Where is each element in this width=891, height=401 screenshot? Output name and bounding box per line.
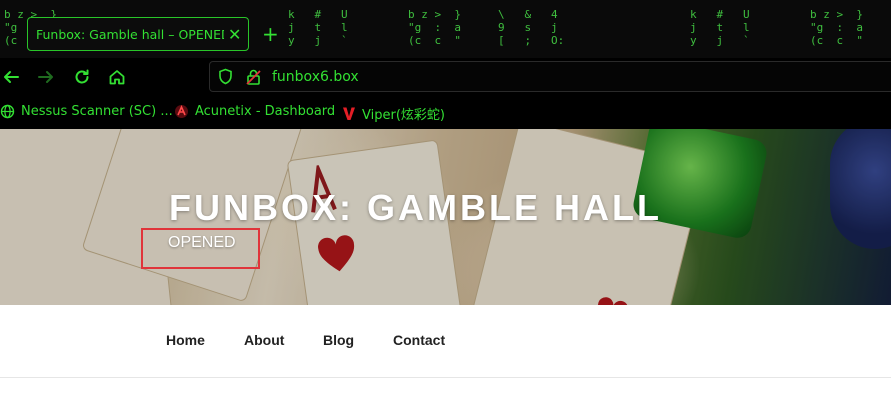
matrix-glyphs: \ & 4 [498, 8, 558, 21]
nav-link-blog[interactable]: Blog [323, 332, 354, 348]
nav-link-contact[interactable]: Contact [393, 332, 445, 348]
matrix-glyphs: (c c " [810, 34, 863, 47]
matrix-glyphs: "g : a [408, 21, 461, 34]
nav-toolbar: funbox6.box [0, 58, 891, 96]
viper-v-icon [342, 106, 356, 121]
matrix-glyphs: j t l [690, 21, 750, 34]
matrix-glyphs: k # U [690, 8, 750, 21]
matrix-glyphs: "g : a [810, 21, 863, 34]
matrix-glyphs: j t l [288, 21, 348, 34]
new-tab-button[interactable]: + [262, 22, 279, 46]
tab-title: Funbox: Gamble hall – OPENED [36, 26, 224, 42]
matrix-glyphs: y j ` [288, 34, 348, 47]
insecure-lock-icon[interactable] [245, 68, 262, 86]
nav-link-about[interactable]: About [244, 332, 284, 348]
reload-icon [75, 69, 89, 84]
bookmark-acunetix[interactable]: Acunetix - Dashboard [174, 104, 335, 119]
nav-link-home[interactable]: Home [166, 332, 205, 348]
matrix-glyphs: 9 s j [498, 21, 558, 34]
site-title[interactable]: FUNBOX: GAMBLE HALL [169, 187, 662, 229]
tab-strip: b z > } "g : a (c c " k # U j t l y j ` … [0, 0, 891, 58]
bookmark-label: Nessus Scanner (SC) ... [21, 104, 173, 119]
reload-button[interactable] [71, 66, 93, 88]
arrow-right-icon [38, 71, 53, 83]
address-bar[interactable]: funbox6.box [209, 61, 891, 92]
highlight-box [141, 228, 260, 269]
bookmark-label: Acunetix - Dashboard [195, 104, 336, 119]
matrix-glyphs: b z > } [408, 8, 461, 21]
bookmark-nessus[interactable]: Nessus Scanner (SC) ... [0, 104, 173, 119]
matrix-glyphs: (c c " [408, 34, 461, 47]
forward-button[interactable] [35, 66, 57, 88]
site-navigation: Home About Blog Contact [0, 305, 891, 378]
matrix-glyphs: [ ; O: [498, 34, 565, 47]
bookmarks-bar: Nessus Scanner (SC) ... Acunetix - Dashb… [0, 96, 891, 129]
hero-banner: FUNBOX: GAMBLE HALL OPENED [0, 129, 891, 305]
acunetix-icon [174, 104, 189, 119]
home-icon [109, 70, 125, 85]
tab-active[interactable]: Funbox: Gamble hall – OPENED ✕ [27, 17, 249, 51]
url-text[interactable]: funbox6.box [272, 69, 359, 85]
back-button[interactable] [0, 66, 22, 88]
bookmark-viper[interactable]: Viper(炫彩蛇) [342, 104, 445, 123]
matrix-glyphs: y j ` [690, 34, 750, 47]
home-button[interactable] [106, 66, 128, 88]
close-icon[interactable]: ✕ [228, 25, 241, 44]
shield-icon[interactable] [217, 68, 234, 85]
globe-icon [0, 104, 15, 119]
bookmark-label: Viper(炫彩蛇) [362, 108, 445, 123]
matrix-glyphs: b z > } [810, 8, 863, 21]
matrix-glyphs: k # U [288, 8, 348, 21]
arrow-left-icon [4, 71, 19, 83]
